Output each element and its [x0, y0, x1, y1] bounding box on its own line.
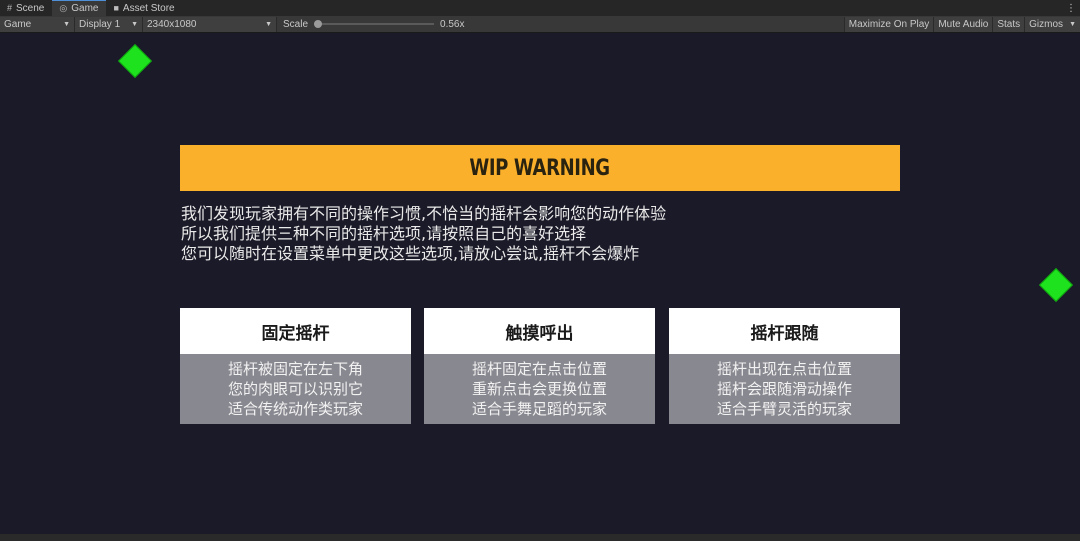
view-mode-dropdown[interactable]: Game ▼	[0, 16, 75, 32]
scale-slider[interactable]	[314, 20, 435, 28]
gizmos-dropdown[interactable]: Gizmos ▼	[1024, 16, 1080, 32]
tab-scene-label: Scene	[16, 2, 45, 14]
chevron-down-icon: ▼	[63, 20, 70, 28]
chevron-down-icon: ▼	[1069, 20, 1076, 28]
option-line: 适合传统动作类玩家	[227, 400, 363, 418]
option-title[interactable]: 固定摇杆	[180, 308, 411, 354]
bottom-status-strip	[0, 534, 1080, 541]
gizmos-label: Gizmos	[1029, 18, 1064, 30]
tab-game-label: Game	[71, 3, 99, 14]
option-line: 摇杆会跟随滑动操作	[716, 380, 852, 398]
chevron-down-icon: ▼	[265, 20, 272, 28]
option-line: 适合手臂灵活的玩家	[716, 400, 852, 418]
resolution-value: 2340x1080	[147, 18, 197, 30]
chevron-down-icon: ▼	[131, 20, 138, 28]
option-line: 适合手舞足蹈的玩家	[471, 400, 607, 418]
display-dropdown[interactable]: Display 1 ▼	[75, 16, 143, 32]
joystick-option-touch[interactable]: 触摸呼出 摇杆固定在点击位置 重新点击会更换位置 适合手舞足蹈的玩家	[424, 308, 655, 424]
warning-line: 您可以随时在设置菜单中更改这些选项,请放心尝试,摇杆不会爆炸	[181, 244, 640, 263]
warning-line: 我们发现玩家拥有不同的操作习惯,不恰当的摇杆会影响您的动作体验	[181, 204, 667, 223]
joystick-option-follow[interactable]: 摇杆跟随 摇杆出现在点击位置 摇杆会跟随滑动操作 适合手臂灵活的玩家	[669, 308, 900, 424]
tab-asset-store[interactable]: ■ Asset Store	[106, 0, 182, 16]
editor-tab-bar: # Scene ◎ Game ■ Asset Store ⋮	[0, 0, 1080, 16]
game-viewport[interactable]	[0, 34, 1080, 534]
store-icon: ■	[113, 3, 119, 13]
stats-toggle[interactable]: Stats	[992, 16, 1025, 32]
display-value: Display 1	[79, 18, 121, 30]
option-line: 摇杆被固定在左下角	[227, 360, 363, 378]
option-line: 摇杆固定在点击位置	[471, 360, 607, 378]
scene-icon: #	[7, 3, 13, 13]
maximize-on-play-toggle[interactable]: Maximize On Play	[843, 16, 934, 32]
tab-asset-store-label: Asset Store	[122, 2, 175, 14]
tab-scene[interactable]: # Scene	[0, 0, 52, 16]
scale-slider-thumb[interactable]	[314, 20, 323, 28]
option-title[interactable]: 摇杆跟随	[669, 308, 900, 354]
game-view-toolbar: Game ▼ Display 1 ▼ 2340x1080 ▼ Scale 0.5…	[0, 16, 1080, 33]
scale-control: Scale 0.56x	[277, 19, 464, 30]
toolbar-right-group: Maximize On Play Mute Audio Stats Gizmos…	[843, 16, 1080, 32]
gamepad-icon: ◎	[59, 3, 68, 13]
warning-banner: WIP WARNING	[180, 145, 900, 191]
scale-slider-track	[314, 23, 435, 25]
option-line: 您的肉眼可以识别它	[227, 380, 363, 398]
warning-line: 所以我们提供三种不同的摇杆选项,请按照自己的喜好选择	[181, 224, 587, 243]
option-description: 摇杆出现在点击位置 摇杆会跟随滑动操作 适合手臂灵活的玩家	[669, 354, 900, 424]
joystick-option-fixed[interactable]: 固定摇杆 摇杆被固定在左下角 您的肉眼可以识别它 适合传统动作类玩家	[180, 308, 411, 424]
tab-game[interactable]: ◎ Game	[52, 0, 107, 16]
option-description: 摇杆被固定在左下角 您的肉眼可以识别它 适合传统动作类玩家	[180, 354, 411, 424]
scale-value: 0.56x	[440, 18, 465, 30]
more-options-icon[interactable]: ⋮	[1062, 0, 1080, 16]
view-mode-value: Game	[4, 18, 32, 30]
warning-message: 我们发现玩家拥有不同的操作习惯,不恰当的摇杆会影响您的动作体验 所以我们提供三种…	[181, 204, 781, 264]
scale-label: Scale	[283, 18, 309, 30]
option-title[interactable]: 触摸呼出	[424, 308, 655, 354]
option-line: 重新点击会更换位置	[471, 380, 607, 398]
option-description: 摇杆固定在点击位置 重新点击会更换位置 适合手舞足蹈的玩家	[424, 354, 655, 424]
resolution-dropdown[interactable]: 2340x1080 ▼	[143, 16, 277, 32]
mute-audio-toggle[interactable]: Mute Audio	[933, 16, 993, 32]
warning-title: WIP WARNING	[469, 155, 611, 181]
option-line: 摇杆出现在点击位置	[716, 360, 852, 378]
